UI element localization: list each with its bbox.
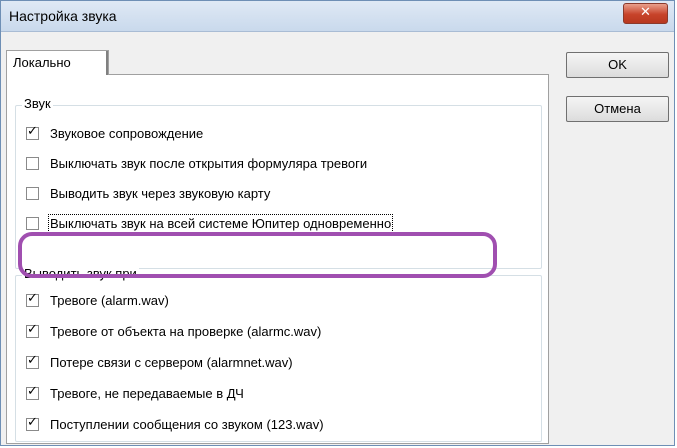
sound-option-mute-after-alarm-form[interactable]: Выключать звук после открытия формуляра … (26, 153, 367, 173)
checkbox[interactable]: ✓ (26, 123, 39, 140)
checkbox[interactable]: ✓ (26, 383, 39, 400)
sound-option-sound-card[interactable]: Выводить звук через звуковую карту (26, 183, 270, 203)
play-sound-group: Выводить звук при ✓ Тревоге (alarm.wav) … (15, 266, 542, 442)
cancel-button[interactable]: Отмена (566, 96, 669, 122)
check-icon: ✓ (27, 290, 38, 306)
checkbox-label: Выводить звук через звуковую карту (50, 185, 271, 201)
play-option-not-sent[interactable]: ✓ Тревоге, не передаваемые в ДЧ (26, 383, 244, 403)
checkbox-label: Выключать звук на всей системе Юпитер од… (47, 213, 394, 233)
checkbox[interactable] (26, 156, 39, 170)
checkbox[interactable]: ✓ (26, 290, 39, 307)
check-icon: ✓ (27, 123, 38, 139)
sound-group: Звук ✓ Звуковое сопровождение Выключать … (15, 96, 542, 269)
tab-local-label: Локально (13, 55, 71, 70)
close-icon: ✕ (640, 5, 651, 20)
checkbox-label: Тревоге от объекта на проверке (alarmc.w… (50, 323, 322, 339)
play-option-alarm[interactable]: ✓ Тревоге (alarm.wav) (26, 290, 169, 310)
check-icon: ✓ (27, 383, 38, 399)
checkbox[interactable]: ✓ (26, 321, 39, 338)
checkbox-label: Поступлении сообщения со звуком (123.wav… (50, 416, 324, 432)
dialog-client-area: Локально Звук ✓ Звуковое сопровождение В… (1, 32, 674, 445)
check-icon: ✓ (27, 321, 38, 337)
sound-group-legend: Звук (22, 96, 53, 111)
ok-button[interactable]: OK (566, 52, 669, 78)
check-icon: ✓ (27, 414, 38, 430)
checkbox-label: Потере связи с сервером (alarmnet.wav) (50, 354, 293, 370)
title-bar[interactable]: Настройка звука ✕ (1, 1, 674, 32)
check-icon: ✓ (27, 352, 38, 368)
checkbox[interactable]: ✓ (26, 414, 39, 431)
window-title: Настройка звука (9, 8, 117, 24)
checkbox-label: Звуковое сопровождение (50, 125, 204, 141)
checkbox[interactable] (26, 216, 39, 230)
checkbox-label: Тревоге (alarm.wav) (50, 292, 169, 308)
play-option-alarm-check[interactable]: ✓ Тревоге от объекта на проверке (alarmc… (26, 321, 321, 341)
checkbox-label: Выключать звук после открытия формуляра … (50, 155, 368, 171)
checkbox[interactable]: ✓ (26, 352, 39, 369)
tab-panel: Звук ✓ Звуковое сопровождение Выключать … (6, 74, 549, 444)
sound-option-accompaniment[interactable]: ✓ Звуковое сопровождение (26, 123, 203, 143)
sound-settings-dialog: Настройка звука ✕ Локально Звук ✓ Звуков… (0, 0, 675, 446)
tab-local[interactable]: Локально (6, 50, 109, 75)
close-button[interactable]: ✕ (623, 3, 668, 24)
tab-edge (106, 51, 108, 75)
play-option-connection-lost[interactable]: ✓ Потере связи с сервером (alarmnet.wav) (26, 352, 293, 372)
sound-option-mute-whole-system[interactable]: Выключать звук на всей системе Юпитер од… (26, 213, 394, 233)
checkbox[interactable] (26, 186, 39, 200)
checkbox-label: Тревоге, не передаваемые в ДЧ (50, 385, 244, 401)
play-sound-group-legend: Выводить звук при (22, 266, 139, 281)
play-option-message-sound[interactable]: ✓ Поступлении сообщения со звуком (123.w… (26, 414, 324, 434)
